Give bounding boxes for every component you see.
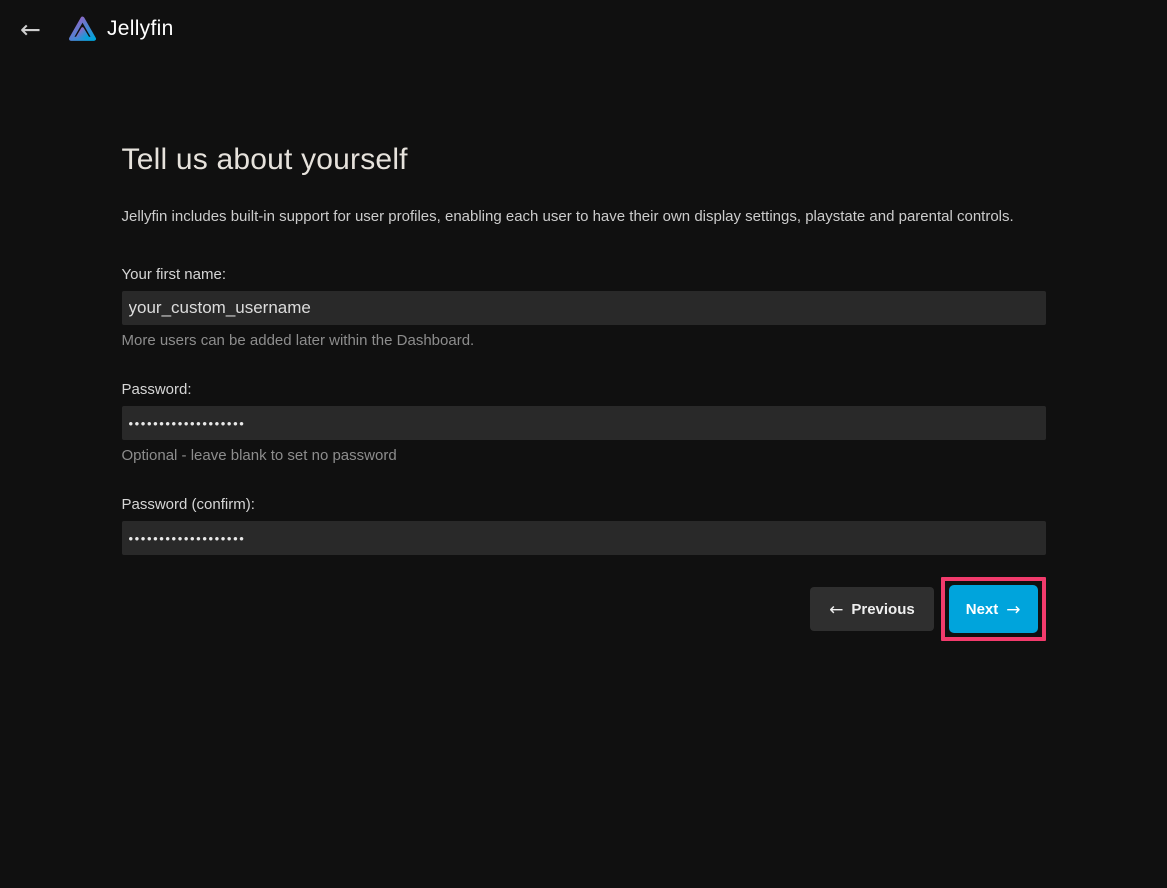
- app-name: Jellyfin: [107, 17, 174, 41]
- next-button[interactable]: Next →: [949, 585, 1038, 633]
- password-input[interactable]: [122, 406, 1046, 440]
- password-group: Password: Optional - leave blank to set …: [122, 381, 1046, 464]
- password-confirm-label: Password (confirm):: [122, 496, 1046, 513]
- first-name-input[interactable]: [122, 291, 1046, 325]
- page-title: Tell us about yourself: [122, 143, 1046, 177]
- setup-wizard-page: Tell us about yourself Jellyfin includes…: [122, 58, 1046, 641]
- password-confirm-input[interactable]: [122, 521, 1046, 555]
- jellyfin-logo-icon: [67, 14, 98, 45]
- previous-button[interactable]: ← Previous: [810, 587, 934, 631]
- password-confirm-group: Password (confirm):: [122, 496, 1046, 555]
- brand: Jellyfin: [67, 14, 174, 45]
- back-button[interactable]: ←: [14, 15, 47, 44]
- next-button-label: Next: [966, 601, 999, 618]
- back-arrow-icon: ←: [20, 15, 41, 44]
- left-arrow-icon: ←: [829, 602, 843, 619]
- top-bar: ← Jellyfin: [0, 0, 1167, 58]
- wizard-nav-buttons: ← Previous Next →: [122, 577, 1046, 641]
- previous-button-label: Previous: [851, 601, 914, 618]
- page-description: Jellyfin includes built-in support for u…: [122, 208, 1046, 225]
- password-label: Password:: [122, 381, 1046, 398]
- first-name-helper-text: More users can be added later within the…: [122, 332, 1046, 349]
- right-arrow-icon: →: [1006, 602, 1020, 619]
- password-helper-text: Optional - leave blank to set no passwor…: [122, 447, 1046, 464]
- first-name-label: Your first name:: [122, 266, 1046, 283]
- first-name-group: Your first name: More users can be added…: [122, 266, 1046, 349]
- next-button-highlight: Next →: [941, 577, 1046, 641]
